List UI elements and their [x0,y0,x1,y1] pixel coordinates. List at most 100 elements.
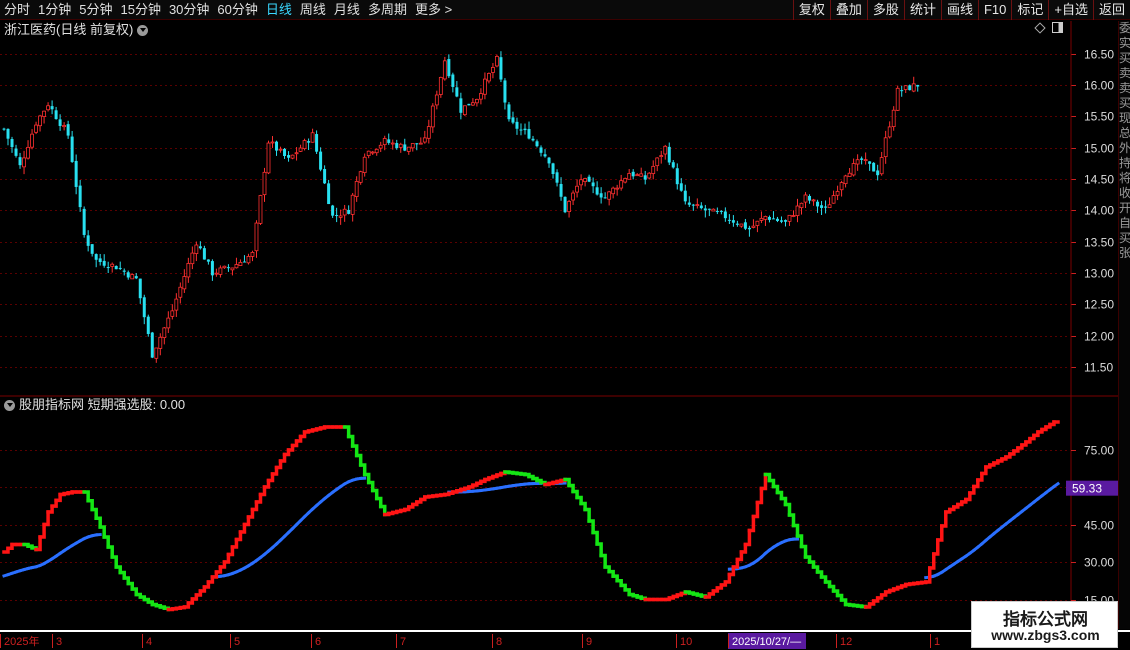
chevron-down-icon[interactable] [137,24,149,36]
candle-body [863,159,868,162]
candle-body [891,109,896,128]
candle-body [347,209,351,214]
price-tick-label: 13.00 [1084,267,1114,281]
candle-body [266,142,271,174]
candle-body [916,84,920,87]
candle-body [62,125,67,128]
price-tick-label: 11.50 [1084,361,1113,375]
indicator-segment [928,552,936,570]
candle-body [531,138,535,141]
candle-body [42,110,46,117]
candle-body [422,137,427,143]
candle-body [695,204,700,207]
candle-body [470,102,475,106]
candle-body [635,174,640,177]
diamond-icon[interactable] [1034,21,1046,34]
candle-body [214,272,219,275]
candle-body [150,332,154,358]
candle-body [378,144,383,149]
candle-body [390,142,395,145]
candle-body [607,191,612,200]
candle-body [323,169,327,184]
candle-body [218,267,223,275]
candle-body [767,216,771,220]
candle-body [210,261,214,276]
candle-body [262,171,267,196]
candle-body [234,264,239,269]
candle-body [430,105,435,128]
candle-body [655,157,660,167]
candle-body [887,126,892,138]
candle-body [403,144,407,151]
candle-body [74,160,78,187]
candle-body [387,139,391,143]
panel-icons [1034,21,1063,34]
date-label: 2025年 [4,634,39,648]
candle-body [763,216,768,220]
candle-body [824,206,828,208]
candle-body [711,208,716,212]
quote-sidebar[interactable]: 委实买卖卖买现总外持将收开自买张 [1118,21,1130,629]
chart-canvas[interactable]: 11.50 12.00 12.50 13.00 13.50 14.00 14.50 15.00… [0,0,1130,650]
candle-body [795,205,800,216]
candle-body [270,141,275,144]
candle-body [799,202,804,209]
candle-body [547,157,551,164]
candle-body [258,195,263,224]
indicator-segment [38,522,46,539]
price-tick-label: 12.50 [1084,298,1114,312]
candle-body [831,195,836,204]
candle-body [808,195,812,201]
candle-body [511,117,515,123]
candle-body [451,74,455,87]
candle-body [319,151,323,170]
candle-body [158,336,163,349]
candle-body [835,191,840,196]
candle-body [895,87,900,111]
candle-body [751,225,756,228]
candle-body [315,134,319,152]
candle-body [287,155,291,158]
indicator-segment [743,528,752,547]
candle-body [703,208,707,211]
candle-body [827,204,832,209]
candle-body [507,104,511,120]
candle-body [10,139,14,147]
candle-body [398,143,403,148]
candle-body [595,187,599,195]
candle-body [254,222,259,252]
candle-body [683,190,687,202]
candle-body [70,136,74,162]
candle-body [18,157,22,166]
candle-body [290,154,295,159]
candle-body [555,172,559,183]
indicator-panel-header: 股朋指标网 短期强选股: 0.00 [4,397,185,413]
candle-body [126,272,130,278]
window-icon[interactable] [1052,22,1063,33]
candle-body [900,90,904,92]
candle-body [659,155,664,157]
candle-body [331,205,335,216]
candle-body [775,218,779,221]
candle-body [579,179,583,186]
candle-body [474,98,479,104]
candle-body [58,119,62,126]
candle-body [186,263,191,278]
candle-body [872,162,876,172]
candle-body [250,252,255,257]
candle-body [354,180,359,197]
candle-body [350,194,355,215]
candle-body [202,248,206,260]
candle-body [298,147,303,152]
candle-body [727,219,731,221]
candle-body [667,146,671,163]
candle-body [851,163,856,176]
candle-body [883,137,888,158]
candle-body [847,172,852,177]
current-value-label: 59.33 [1072,482,1102,496]
chevron-down-icon[interactable] [4,399,15,411]
candle-body [358,171,363,183]
candle-body [226,267,230,269]
candle-body [791,215,796,217]
candle-body [671,162,675,168]
